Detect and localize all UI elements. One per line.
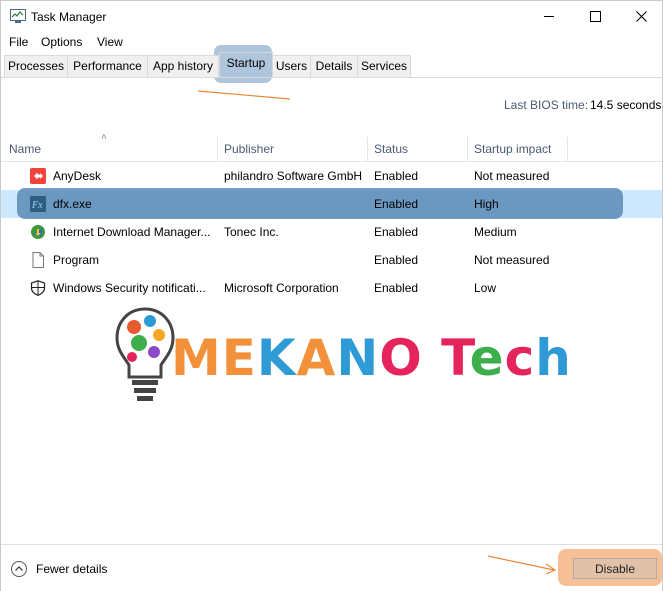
row-status: Enabled [374,197,419,211]
tab-app-history[interactable]: App history [147,55,219,77]
chevron-up-icon [15,566,23,571]
tab-details[interactable]: Details [310,55,358,77]
row-name: AnyDesk [53,169,102,183]
row-impact: Low [474,281,497,295]
tab-processes[interactable]: Processes [4,55,68,77]
idm-icon [31,225,45,239]
row-publisher: Tonec Inc. [224,225,279,239]
fewer-details-toggle[interactable] [11,561,27,577]
tab-performance[interactable]: Performance [67,55,148,77]
task-manager-icon [10,9,26,23]
maximize-button[interactable] [572,1,618,32]
row-publisher: Microsoft Corporation [224,281,339,295]
bios-time-value: 14.5 seconds [590,98,662,112]
row-publisher: philandro Software GmbH [224,169,363,183]
row-status: Enabled [374,169,419,183]
svg-text:Fx: Fx [31,200,43,211]
blank-file-icon [32,252,44,268]
tab-users[interactable]: Users [272,55,311,77]
menu-file[interactable]: File [9,35,28,49]
column-publisher[interactable]: Publisher [218,137,368,161]
row-impact: Not measured [474,253,550,267]
table-row[interactable]: Internet Download Manager... Tonec Inc. … [1,218,662,246]
table-row[interactable]: Program Enabled Not measured [1,246,662,274]
row-status: Enabled [374,281,419,295]
menu-bar: File Options View [1,32,662,52]
title-bar: Task Manager [1,1,662,32]
fx-icon: Fx [30,196,46,212]
row-name: Windows Security notificati... [53,281,206,295]
column-startup-impact[interactable]: Startup impact [468,137,568,161]
row-impact: Medium [474,225,517,239]
menu-view[interactable]: View [97,35,123,49]
row-publisher [224,190,366,218]
task-manager-window: Task Manager File Options View Processes… [0,0,663,591]
table-row[interactable]: Fx dfx.exe Enabled High [1,190,662,218]
watermark-text: MEKANO Tech [171,329,572,387]
row-impact: High [474,197,499,211]
row-status: Enabled [374,253,419,267]
row-status: Enabled [374,225,419,239]
bios-time-label: Last BIOS time: [504,98,589,112]
row-name: Internet Download Manager... [53,225,211,239]
shield-icon [30,280,46,296]
anydesk-icon [30,168,46,184]
close-icon [635,11,647,22]
window-title: Task Manager [31,10,107,24]
table-row[interactable]: Windows Security notificati... Microsoft… [1,274,662,302]
row-impact: Not measured [474,169,550,183]
minimize-icon [543,16,554,17]
tab-strip: Processes Performance App history Startu… [1,52,662,78]
close-button[interactable] [618,1,663,32]
maximize-icon [589,11,601,22]
lightbulb-gears-logo [115,307,175,401]
disable-button[interactable]: Disable [573,558,657,579]
column-status[interactable]: Status [368,137,468,161]
tab-startup[interactable]: Startup [219,52,273,78]
row-name: dfx.exe [53,197,92,211]
fewer-details-link[interactable]: Fewer details [36,562,107,576]
table-row[interactable]: AnyDesk philandro Software GmbH Enabled … [1,162,662,190]
column-name[interactable]: Name [3,137,218,161]
annotation-line [197,90,291,100]
minimize-button[interactable] [526,1,572,32]
column-header-row: Name Publisher Status Startup impact [1,137,662,162]
menu-options[interactable]: Options [41,35,82,49]
row-name: Program [53,253,100,267]
row-publisher [224,246,366,274]
annotation-arrow [487,555,557,575]
tab-services[interactable]: Services [357,55,411,77]
